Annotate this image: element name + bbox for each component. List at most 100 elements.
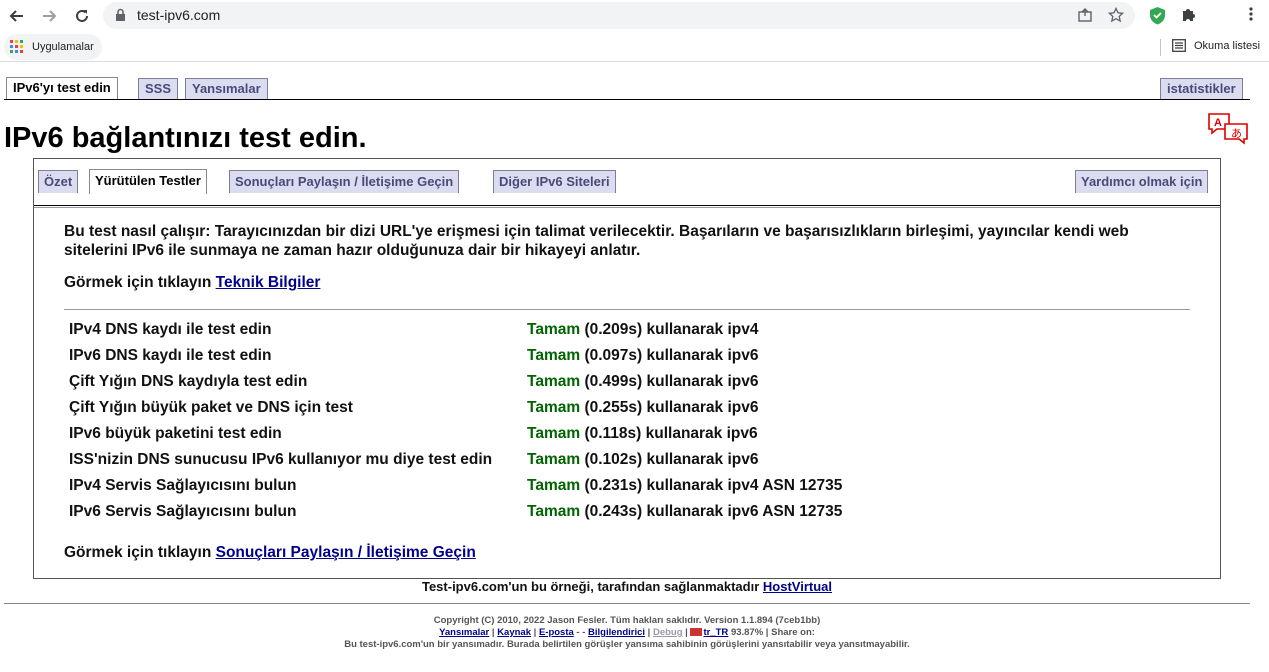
footer-link-email[interactable]: E-posta [539,627,574,638]
reading-list-icon [1172,39,1186,52]
tab-stats[interactable]: istatistikler [1160,78,1243,100]
test-result: Tamam (0.102s) kullanarak ipv6 [527,451,758,469]
footer-link-translator[interactable]: Bilgilendirici [588,627,645,638]
lock-icon [116,8,125,21]
translate-icon[interactable]: A あ [1207,112,1251,146]
test-name: IPv6 Servis Sağlayıcısını bulun [69,503,297,520]
test-description: Bu test nasıl çalışır: Tarayıcınızdan bi… [64,223,1129,259]
browser-toolbar: test-ipv6.com [0,0,1269,32]
test-row: ISS'nizin DNS sunucusu IPv6 kullanıyor m… [69,451,969,471]
forward-button[interactable] [37,4,61,28]
inner-tab-divider-shadow [34,207,1220,208]
footer-divider [4,603,1250,604]
test-status: Tamam [527,321,581,338]
test-row: IPv6 Servis Sağlayıcısını bulun Tamam (0.… [69,503,969,523]
locale-flag-icon [690,628,703,637]
test-detail: (0.255s) kullanarak ipv6 [584,399,759,416]
test-row: IPv6 DNS kaydı ile test edin Tamam (0.097… [69,347,969,367]
tab-other-sites[interactable]: Diğer IPv6 Siteleri [493,170,616,193]
tab-faq[interactable]: SSS [138,78,179,100]
test-status: Tamam [527,399,581,416]
test-name: ISS'nizin DNS sunucusu IPv6 kullanıyor m… [69,451,493,468]
test-name: Çift Yığın DNS kaydıyla test edin [69,373,308,390]
footer-link-source[interactable]: Kaynak [497,627,531,638]
test-status: Tamam [527,373,581,390]
test-status: Tamam [527,347,581,364]
inner-tab-divider [34,205,1220,206]
test-status: Tamam [527,477,581,494]
copyright: Copyright (C) 2010, 2022 Jason Fesler. T… [433,615,821,626]
test-status: Tamam [527,425,581,442]
test-name: IPv4 DNS kaydı ile test edin [69,321,272,338]
test-row: IPv4 Servis Sağlayıcısını bulun Tamam (0.… [69,477,969,497]
reload-button[interactable] [70,4,94,28]
test-detail: (0.231s) kullanarak ipv4 ASN 12735 [584,477,843,494]
apps-label: Uygulamalar [32,41,94,53]
test-result: Tamam (0.118s) kullanarak ipv6 [527,425,758,443]
puzzle-extensions-icon[interactable] [1181,6,1197,22]
test-detail: (0.243s) kullanarak ipv6 ASN 12735 [584,503,843,520]
shield-extension-icon[interactable] [1149,6,1166,25]
share-info-prefix: Görmek için tıklayın [64,544,212,561]
page-title: IPv6 bağlantınızı test edin. [4,122,367,154]
test-row: Çift Yığın DNS kaydıyla test edin Tamam (… [69,373,969,393]
test-detail: (0.209s) kullanarak ipv4 [584,321,759,338]
tab-help[interactable]: Yardımcı olmak için [1075,170,1209,193]
footer-link-debug[interactable]: Debug [653,627,683,638]
footer-link-mirrors[interactable]: Yansımalar [439,627,489,638]
svg-text:あ: あ [1231,127,1242,140]
translation-percent: 93.87% [730,627,764,638]
share-info-link[interactable]: Sonuçları Paylaşın / İletişime Geçin [216,544,476,561]
test-result: Tamam (0.209s) kullanarak ipv4 [527,321,758,339]
mirror-disclaimer: Bu test-ipv6.com'un bir yansımadır. Bura… [344,639,910,650]
hosted-by-link[interactable]: HostVirtual [763,579,832,594]
url-text: test-ipv6.com [137,7,221,23]
test-result: Tamam (0.243s) kullanarak ipv6 ASN 12735 [527,503,842,521]
test-name: Çift Yığın büyük paket ve DNS için test [69,399,353,416]
footer-links: Yansımalar | Kaynak | E-posta - - Bilgil… [439,627,815,638]
tab-tests-run[interactable]: Yürütülen Testler [89,169,207,194]
test-name: IPv6 DNS kaydı ile test edin [69,347,272,364]
test-result: Tamam (0.499s) kullanarak ipv6 [527,373,758,391]
arrow-right-icon [43,10,57,22]
bookmark-separator [1160,39,1161,56]
section-divider [64,309,1190,310]
test-row: IPv6 büyük paketini test edin Tamam (0.11… [69,425,969,445]
tech-info-prefix: Görmek için tıklayın [64,274,212,291]
footer-link-locale[interactable]: tr_TR [703,627,728,638]
share-on-label: Share on: [771,627,815,638]
tab-test[interactable]: IPv6'yı test edin [6,77,118,100]
address-bar[interactable]: test-ipv6.com [103,2,1135,29]
test-row: IPv4 DNS kaydı ile test edin Tamam (0.209… [69,321,969,341]
test-name: IPv4 Servis Sağlayıcısını bulun [69,477,297,494]
svg-text:A: A [1214,117,1222,129]
tab-share[interactable]: Sonuçları Paylaşın / İletişime Geçin [229,170,460,193]
kebab-menu-icon[interactable] [1248,6,1254,22]
test-detail: (0.499s) kullanarak ipv6 [584,373,759,390]
tab-summary[interactable]: Özet [38,170,79,193]
reading-list-button[interactable]: Okuma listesi [1172,39,1260,52]
reload-icon [76,9,88,22]
reading-list-label: Okuma listesi [1194,39,1261,52]
tech-info-line: Görmek için tıklayın Teknik Bilgiler [64,274,320,292]
share-info-line: Görmek için tıklayın Sonuçları Paylaşın … [64,544,476,562]
test-name: IPv6 büyük paketini test edin [69,425,282,442]
test-status: Tamam [527,503,581,520]
apps-grid-icon [10,40,23,53]
tab-mirrors[interactable]: Yansımalar [185,78,268,100]
hosted-by-text: Test-ipv6.com'un bu örneği, tarafından s… [421,579,760,594]
back-button[interactable] [5,4,29,28]
test-detail: (0.118s) kullanarak ipv6 [584,425,758,442]
share-icon[interactable] [1077,7,1093,23]
test-result: Tamam (0.255s) kullanarak ipv6 [527,399,758,417]
hosted-by: Test-ipv6.com'un bu örneği, tarafından s… [0,579,1254,594]
apps-bookmark[interactable]: Uygulamalar [4,34,102,60]
test-row: Çift Yığın büyük paket ve DNS için test T… [69,399,969,419]
test-detail: (0.097s) kullanarak ipv6 [584,347,759,364]
page-content: IPv6'yı test edin SSS Yansımalar istatis… [0,62,1269,672]
test-status: Tamam [527,451,581,468]
test-result: Tamam (0.097s) kullanarak ipv6 [527,347,758,365]
test-detail: (0.102s) kullanarak ipv6 [584,451,759,468]
star-icon[interactable] [1108,7,1124,23]
tech-info-link[interactable]: Teknik Bilgiler [216,274,321,291]
